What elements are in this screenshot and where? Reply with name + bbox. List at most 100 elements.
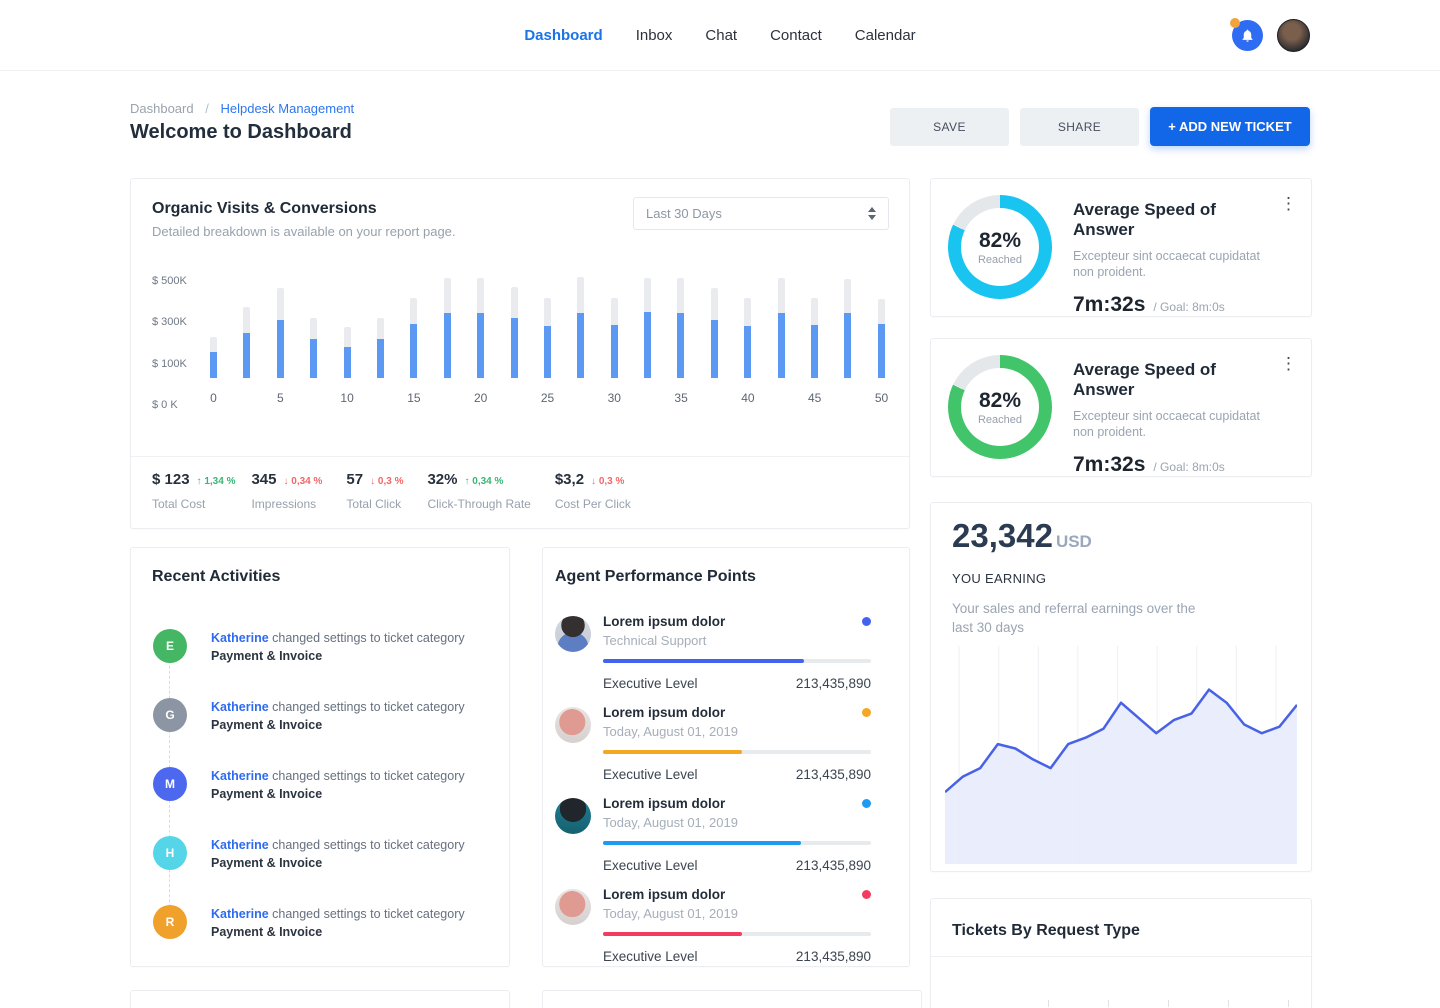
agent-rows: Lorem ipsum dolor Technical Support Execut…	[555, 614, 871, 978]
divider	[131, 456, 909, 457]
donut-center: 82% Reached	[961, 208, 1039, 286]
activity-item: HKatherine changed settings to ticket ca…	[153, 836, 465, 872]
share-button[interactable]: SHARE	[1020, 108, 1139, 146]
speed-card-body: Average Speed of Answer Excepteur sint o…	[1073, 200, 1277, 317]
add-new-ticket-button[interactable]: + ADD NEW TICKET	[1150, 107, 1310, 146]
breadcrumb-current[interactable]: Helpdesk Management	[220, 101, 354, 116]
bar-filled-segment	[277, 320, 284, 378]
activity-actor: Katherine	[211, 631, 269, 645]
bar	[544, 275, 551, 378]
activity-item: GKatherine changed settings to ticket ca…	[153, 698, 465, 734]
breadcrumb-separator: /	[205, 101, 209, 116]
bar-filled-segment	[511, 318, 518, 378]
activity-target: Payment & Invoice	[211, 716, 465, 734]
x-axis-tick: 15	[407, 391, 420, 405]
y-axis-tick: $ 500K	[152, 275, 210, 287]
x-axis-tick: 25	[541, 391, 554, 405]
bell-icon	[1240, 28, 1255, 43]
kpi-stat: 345↓ 0,34 %Impressions	[251, 471, 322, 511]
more-options-icon[interactable]: ⋮	[1280, 355, 1297, 372]
speed-card-title: Average Speed of Answer	[1073, 200, 1277, 240]
bar	[878, 275, 885, 378]
avg-speed-card-1: 82% Reached Average Speed of Answer Exce…	[930, 178, 1312, 317]
delta-down: ↓ 0,3 %	[591, 476, 624, 487]
more-options-icon[interactable]: ⋮	[1280, 195, 1297, 212]
agent-progress-fill	[603, 841, 801, 845]
agent-row: Lorem ipsum dolorToday, August 01, 2019E…	[555, 887, 871, 964]
bar	[744, 275, 751, 378]
activity-actor: Katherine	[211, 838, 269, 852]
bar	[644, 275, 651, 378]
x-axis-tick: 30	[608, 391, 621, 405]
activity-actor: Katherine	[211, 907, 269, 921]
nav-contact[interactable]: Contact	[770, 27, 822, 44]
activity-text: Katherine changed settings to ticket cat…	[211, 629, 465, 647]
activity-actor: Katherine	[211, 769, 269, 783]
axis-tick	[1168, 1000, 1169, 1007]
dashboard-page: Dashboard Inbox Chat Contact Calendar Dashbo…	[0, 0, 1440, 1008]
speed-card-desc: Excepteur sint occaecat cupidatat non pr…	[1073, 248, 1277, 280]
save-button[interactable]: SAVE	[890, 108, 1009, 146]
kpi-value: 57	[346, 471, 363, 488]
bar	[611, 275, 618, 378]
bar-filled-segment	[310, 339, 317, 378]
bar	[677, 275, 684, 378]
nav-inbox[interactable]: Inbox	[636, 27, 673, 44]
delta-down: ↓ 0,3 %	[370, 476, 403, 487]
earnings-value: 23,342	[952, 517, 1053, 555]
nav-calendar[interactable]: Calendar	[855, 27, 916, 44]
agent-level: Executive Level	[603, 767, 698, 782]
agent-points: 213,435,890	[796, 676, 871, 691]
bar	[344, 275, 351, 378]
activity-item: RKatherine changed settings to ticket ca…	[153, 905, 465, 941]
agent-progress-fill	[603, 750, 742, 754]
donut-chart: 82% Reached	[948, 355, 1052, 459]
activity-avatar: M	[153, 767, 187, 801]
breadcrumb-dashboard[interactable]: Dashboard	[130, 101, 194, 116]
bottom-card-left	[130, 990, 510, 1008]
donut-center: 82% Reached	[961, 368, 1039, 446]
bar-filled-segment	[677, 313, 684, 378]
bar	[444, 275, 451, 378]
agent-subtitle: Today, August 01, 2019	[603, 724, 871, 739]
agent-avatar	[555, 707, 591, 743]
agent-row: Lorem ipsum dolorTechnical SupportExecut…	[555, 614, 871, 691]
bar	[477, 275, 484, 378]
bar-filled-segment	[878, 324, 885, 378]
agent-progress-track	[603, 932, 871, 936]
status-dot	[862, 890, 871, 899]
nav-chat[interactable]: Chat	[705, 27, 737, 44]
speed-time-row: 7m:32s / Goal: 8m:0s	[1073, 453, 1277, 477]
agent-progress-track	[603, 659, 871, 663]
recent-activities-title: Recent Activities	[131, 548, 509, 586]
bar	[811, 275, 818, 378]
user-avatar[interactable]	[1277, 19, 1310, 52]
earnings-area-chart	[945, 646, 1297, 864]
earnings-currency: USD	[1056, 532, 1092, 552]
activity-actor: Katherine	[211, 700, 269, 714]
agent-performance-card: Agent Performance Points Lorem ipsum dol…	[542, 547, 910, 967]
donut-caption: Reached	[978, 254, 1022, 266]
activity-avatar: R	[153, 905, 187, 939]
bar	[277, 275, 284, 378]
activity-item: EKatherine changed settings to ticket ca…	[153, 629, 465, 665]
kpi-value: 345	[251, 471, 276, 488]
date-range-select[interactable]: Last 30 Days	[633, 197, 889, 230]
agent-level: Executive Level	[603, 949, 698, 964]
activity-target: Payment & Invoice	[211, 785, 465, 803]
activity-timeline: EKatherine changed settings to ticket ca…	[153, 629, 491, 950]
nav-dashboard[interactable]: Dashboard	[524, 27, 602, 44]
bar-filled-segment	[844, 313, 851, 378]
activity-text: Katherine changed settings to ticket cat…	[211, 767, 465, 785]
notifications-button[interactable]	[1232, 20, 1263, 51]
kpi-stat: 32%↑ 0,34 %Click-Through Rate	[427, 471, 530, 511]
axis-tick	[1288, 1000, 1289, 1007]
bar-filled-segment	[811, 325, 818, 378]
earnings-card: 23,342 USD YOU EARNING Your sales and re…	[930, 502, 1312, 872]
top-header: Dashboard Inbox Chat Contact Calendar	[0, 0, 1440, 71]
agent-avatar	[555, 798, 591, 834]
agent-name: Lorem ipsum dolor	[603, 796, 725, 811]
status-dot	[862, 708, 871, 717]
agent-subtitle: Technical Support	[603, 633, 871, 648]
donut-percent: 82%	[979, 389, 1021, 413]
